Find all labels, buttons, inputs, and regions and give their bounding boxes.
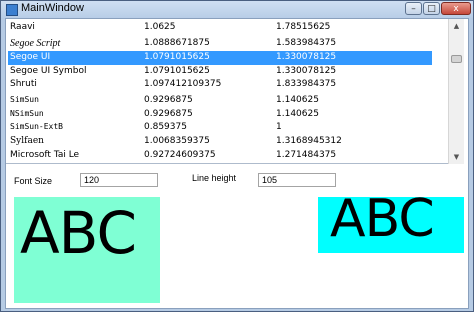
line-spacing-cell: 1.271484375 <box>276 150 337 160</box>
line-spacing-cell: 1.330078125 <box>276 66 337 76</box>
font-size-input[interactable]: 120 <box>80 173 158 187</box>
metric-value-cell: 1.0791015625 <box>144 52 210 62</box>
font-name-cell: Segoe UI <box>10 52 51 62</box>
window-title: MainWindow <box>21 2 84 14</box>
font-name-cell: Sylfaen <box>10 136 44 146</box>
font-name-cell: Segoe UI Symbol <box>10 66 87 76</box>
client-area: Raavi 1.0625 1.78515625 Segoe Script 1.08886… <box>5 18 469 309</box>
main-window: MainWindow – □ x Raavi 1.0625 1.78515625 Se… <box>0 0 474 312</box>
font-name-cell: NSimSun <box>10 109 44 118</box>
list-item[interactable]: Segoe UI 1.0791015625 1.330078125 <box>8 51 432 65</box>
font-name-cell: Raavi <box>10 22 35 32</box>
font-name-cell: SimSun-ExtB <box>10 122 63 131</box>
sample-text-box-right: ABC <box>318 189 464 253</box>
list-item[interactable]: Sylfaen 1.0068359375 1.3168945312 <box>8 135 432 149</box>
metric-value-cell: 0.859375 <box>144 122 187 132</box>
font-metrics-list[interactable]: Raavi 1.0625 1.78515625 Segoe Script 1.08886… <box>6 19 448 164</box>
line-spacing-cell: 1.140625 <box>276 109 319 119</box>
font-name-cell: Microsoft Tai Le <box>10 150 80 160</box>
metric-value-cell: 1.097412109375 <box>144 79 222 89</box>
list-item[interactable]: SimSun-ExtB 0.859375 1 <box>8 121 432 135</box>
metric-value-cell: 0.9296875 <box>144 109 193 119</box>
scroll-thumb[interactable] <box>451 55 462 63</box>
title-bar[interactable]: MainWindow – □ x <box>1 1 473 18</box>
font-name-cell: SimSun <box>10 95 39 104</box>
app-icon <box>6 4 18 16</box>
line-spacing-cell: 1.3168945312 <box>276 136 342 146</box>
list-item[interactable]: Times New Roman0.9123535156251.149902343… <box>8 163 432 164</box>
list-item[interactable]: NSimSun 0.9296875 1.140625 <box>8 108 432 122</box>
close-button[interactable]: x <box>441 2 471 15</box>
metric-value-cell: 1.0888671875 <box>144 38 210 48</box>
list-item[interactable]: Raavi 1.0625 1.78515625 <box>8 21 432 35</box>
minimize-button[interactable]: – <box>405 2 422 15</box>
sample-text-left: ABC <box>20 199 137 267</box>
line-spacing-cell: 1.140625 <box>276 95 319 105</box>
line-spacing-cell: 1.78515625 <box>276 22 331 32</box>
font-name-cell: Segoe Script <box>10 38 61 49</box>
font-name-cell: Shruti <box>10 79 37 89</box>
metric-value-cell: 0.9296875 <box>144 95 193 105</box>
line-height-input[interactable]: 105 <box>258 173 336 187</box>
sample-text-right: ABC <box>330 189 435 249</box>
maximize-button[interactable]: □ <box>423 2 440 15</box>
line-spacing-cell: 1.330078125 <box>276 52 337 62</box>
sample-text-box-left: ABC <box>14 197 160 303</box>
scroll-down-icon[interactable]: ▼ <box>449 150 464 164</box>
line-spacing-cell: 1.833984375 <box>276 79 337 89</box>
font-size-label: Font Size <box>14 176 53 186</box>
metric-value-cell: 0.92724609375 <box>144 150 216 160</box>
list-item[interactable]: Segoe UI Symbol 1.0791015625 1.330078125 <box>8 65 432 79</box>
line-spacing-cell: 1.583984375 <box>276 38 337 48</box>
metric-value-cell: 1.0791015625 <box>144 66 210 76</box>
list-item[interactable]: Segoe Script 1.0888671875 1.583984375 <box>8 37 432 51</box>
list-scrollbar[interactable]: ▲ ▼ <box>448 19 464 164</box>
list-item[interactable]: SimSun 0.9296875 1.140625 <box>8 94 432 108</box>
list-item[interactable]: Shruti 1.097412109375 1.833984375 <box>8 78 432 92</box>
metric-value-cell: 1.0068359375 <box>144 136 210 146</box>
line-height-label: Line height <box>192 173 237 183</box>
metric-value-cell: 1.0625 <box>144 22 176 32</box>
line-spacing-cell: 1 <box>276 122 282 132</box>
list-item[interactable]: Microsoft Tai Le 0.92724609375 1.271484375 <box>8 149 432 163</box>
scroll-up-icon[interactable]: ▲ <box>449 19 464 33</box>
